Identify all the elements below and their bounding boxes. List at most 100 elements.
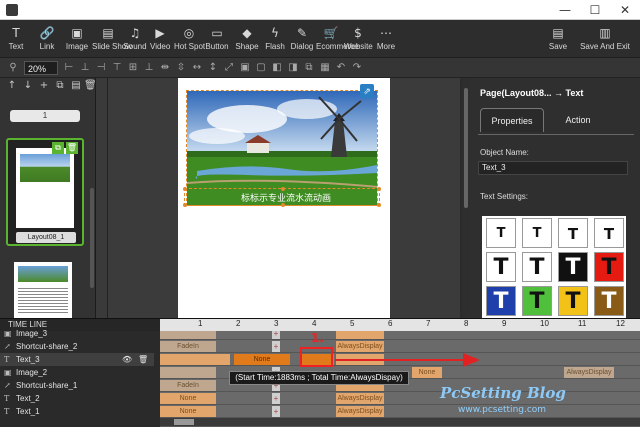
- align-right-icon[interactable]: ⊣: [96, 61, 106, 75]
- align-bottom-icon[interactable]: ⊥: [144, 61, 154, 75]
- tool-dialog-button[interactable]: ✎ Dialog: [290, 24, 314, 56]
- timeline-segment[interactable]: None: [234, 354, 290, 365]
- timeline-segment[interactable]: AlwaysDisplay: [336, 393, 384, 404]
- page-panel-scrollbar[interactable]: [90, 188, 94, 288]
- tool-more-button[interactable]: ⋯ More: [374, 24, 398, 56]
- minimize-button[interactable]: —: [550, 0, 580, 20]
- keyframe-add-button[interactable]: +: [272, 393, 280, 404]
- selected-text-box[interactable]: 标标示专业流水流动画: [183, 187, 381, 207]
- canvas-scroll-thumb[interactable]: [464, 88, 468, 208]
- tool-ecommerce-button[interactable]: 🛒 Ecommerce: [316, 24, 359, 56]
- keyframe-add-button[interactable]: +: [272, 341, 280, 352]
- save-and-exit-button[interactable]: ▥ Save And Exit: [580, 24, 630, 56]
- align-left-icon[interactable]: ⊢: [64, 61, 74, 75]
- copy-page-icon[interactable]: ⧉: [52, 142, 64, 154]
- text-style-swatch[interactable]: T: [522, 218, 552, 248]
- text-style-swatch[interactable]: T: [558, 286, 588, 316]
- tool-flash-button[interactable]: ϟ Flash: [264, 24, 286, 56]
- tool-slide-show-button[interactable]: ▤ Slide Show: [92, 24, 132, 56]
- timeline-segment[interactable]: None: [412, 367, 442, 378]
- timeline-scroll-thumb[interactable]: [174, 419, 194, 425]
- resize-handle[interactable]: [281, 187, 285, 191]
- send-backward-icon[interactable]: ◨: [288, 61, 298, 75]
- timeline-segment[interactable]: None: [160, 406, 216, 417]
- arrow-down-icon[interactable]: ↓: [22, 80, 34, 94]
- maximize-button[interactable]: ☐: [580, 0, 610, 20]
- timeline-segment[interactable]: FadeIn: [160, 380, 216, 391]
- timeline-segment[interactable]: AlwaysDisplay: [336, 406, 384, 417]
- tool-hot-spot-button[interactable]: ◎ Hot Spot: [174, 24, 205, 56]
- timeline-layer[interactable]: ↗ Shortcut-share_2: [0, 340, 154, 353]
- page-thumbnail-selected[interactable]: ⧉ 🗑 Layout08_1: [6, 138, 84, 246]
- undo-icon[interactable]: ↶: [336, 61, 346, 75]
- share-icon[interactable]: ⇗: [360, 84, 374, 98]
- delete-layer-icon[interactable]: 🗑: [138, 353, 148, 366]
- resize-handle[interactable]: [183, 203, 187, 207]
- arrow-up-icon[interactable]: ↑: [6, 80, 18, 94]
- bring-front-icon[interactable]: ▣: [240, 61, 250, 75]
- close-button[interactable]: ✕: [610, 0, 640, 20]
- same-height-icon[interactable]: ↕: [208, 61, 218, 75]
- timeline-segment[interactable]: [160, 331, 216, 339]
- text-style-swatch[interactable]: T: [486, 252, 516, 282]
- keyframe-add-button[interactable]: +: [272, 331, 280, 339]
- visibility-icon[interactable]: 👁: [122, 353, 132, 366]
- timeline-layer[interactable]: ↗ Shortcut-share_1: [0, 379, 154, 392]
- tool-video-button[interactable]: ▶ Video: [150, 24, 170, 56]
- resize-handle[interactable]: [183, 187, 187, 191]
- tab-properties[interactable]: Properties: [480, 108, 544, 132]
- text-style-swatch[interactable]: T: [594, 218, 624, 248]
- add-page-icon[interactable]: +: [38, 80, 50, 94]
- tool-button-button[interactable]: ▭ Button: [204, 24, 230, 56]
- text-style-swatch[interactable]: T: [594, 252, 624, 282]
- timeline-segment[interactable]: [160, 354, 230, 365]
- keyframe-add-button[interactable]: +: [272, 406, 280, 417]
- text-style-swatch[interactable]: T: [558, 218, 588, 248]
- redo-icon[interactable]: ↷: [352, 61, 362, 75]
- zoom-select[interactable]: 20%: [24, 61, 58, 75]
- text-style-swatch[interactable]: T: [522, 286, 552, 316]
- tool-link-button[interactable]: 🔗 Link: [34, 24, 60, 56]
- timeline-layer[interactable]: T Text_1: [0, 405, 154, 418]
- timeline-scrollbar[interactable]: [160, 418, 640, 426]
- object-name-field[interactable]: Text_3: [478, 161, 628, 175]
- save-button[interactable]: ▤ Save: [548, 24, 568, 56]
- align-top-icon[interactable]: ⊤: [112, 61, 122, 75]
- text-style-swatch[interactable]: T: [522, 252, 552, 282]
- distribute-v-icon[interactable]: ⇳: [176, 61, 186, 75]
- text-style-swatch[interactable]: T: [486, 218, 516, 248]
- timeline-layer[interactable]: ▣ Image_3: [0, 327, 154, 340]
- bring-forward-icon[interactable]: ◧: [272, 61, 282, 75]
- resize-handle[interactable]: [377, 187, 381, 191]
- page-settings-icon[interactable]: ▤: [70, 80, 82, 94]
- timeline-segment[interactable]: AlwaysDisplay: [336, 341, 384, 352]
- text-style-swatch[interactable]: T: [486, 286, 516, 316]
- tool-sound-button[interactable]: ♫ Sound: [122, 24, 148, 56]
- timeline-layer[interactable]: T Text_3 👁 🗑: [0, 353, 154, 366]
- timeline-segment[interactable]: [336, 331, 384, 339]
- text-style-swatch[interactable]: T: [558, 252, 588, 282]
- resize-handle[interactable]: [281, 203, 285, 207]
- page-thumbnail[interactable]: [14, 262, 72, 318]
- delete-page-icon[interactable]: 🗑: [66, 142, 78, 154]
- tool-website-button[interactable]: $ Website: [344, 24, 373, 56]
- timeline-segment[interactable]: [160, 367, 216, 378]
- tool-image-button[interactable]: ▣ Image: [64, 24, 90, 56]
- same-size-icon[interactable]: ⤢: [224, 61, 234, 75]
- send-back-icon[interactable]: ▢: [256, 61, 266, 75]
- distribute-h-icon[interactable]: ⇹: [160, 61, 170, 75]
- timeline-ruler[interactable]: 1 2 3 4 5 6 7 8 9 10 11 12: [160, 319, 640, 331]
- timeline-segment[interactable]: None: [160, 393, 216, 404]
- duplicate-page-icon[interactable]: ⧉: [54, 80, 66, 94]
- align-middle-icon[interactable]: ⊞: [128, 61, 138, 75]
- tool-shape-button[interactable]: ◆ Shape: [234, 24, 260, 56]
- copy-icon[interactable]: ⧉: [304, 61, 314, 75]
- timeline-layer[interactable]: ▣ Image_2: [0, 366, 154, 379]
- paste-icon[interactable]: ▦: [320, 61, 330, 75]
- timeline-layer[interactable]: T Text_2: [0, 392, 154, 405]
- tool-text-button[interactable]: T Text: [4, 24, 28, 56]
- text-style-swatch[interactable]: T: [594, 286, 624, 316]
- canvas-scrollbar[interactable]: [462, 78, 470, 318]
- timeline-segment[interactable]: FadeIn: [160, 341, 216, 352]
- same-width-icon[interactable]: ↔: [192, 61, 202, 75]
